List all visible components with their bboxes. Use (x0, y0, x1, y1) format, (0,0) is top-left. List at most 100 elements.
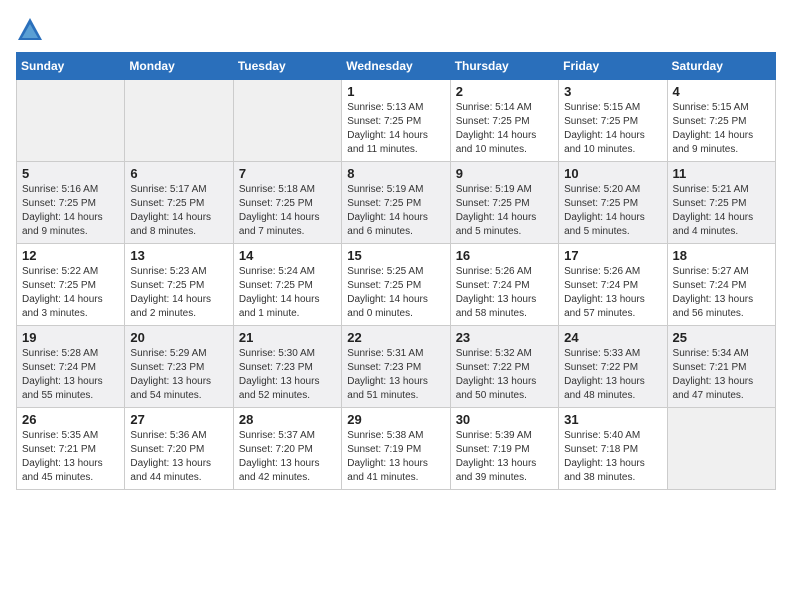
day-number: 12 (22, 248, 119, 263)
day-number: 5 (22, 166, 119, 181)
calendar-cell: 15 Sunrise: 5:25 AM Sunset: 7:25 PM Dayli… (342, 244, 450, 326)
calendar-cell: 31 Sunrise: 5:40 AM Sunset: 7:18 PM Dayli… (559, 408, 667, 490)
day-number: 19 (22, 330, 119, 345)
calendar-cell: 13 Sunrise: 5:23 AM Sunset: 7:25 PM Dayli… (125, 244, 233, 326)
day-number: 27 (130, 412, 227, 427)
calendar-week-row: 5Sunrise: 5:16 AM Sunset: 7:25 PM Daylig… (17, 162, 776, 244)
day-number: 20 (130, 330, 227, 345)
day-number: 10 (564, 166, 661, 181)
calendar-cell: 14 Sunrise: 5:24 AM Sunset: 7:25 PM Dayli… (233, 244, 341, 326)
day-info: Sunrise: 5:38 AM Sunset: 7:19 PM Dayligh… (347, 429, 444, 485)
day-info: Sunrise: 5:18 AM Sunset: 7:25 PM Dayligh… (239, 183, 336, 239)
calendar-body: 1 Sunrise: 5:13 AM Sunset: 7:25 PM Daylig… (17, 80, 776, 490)
day-number: 30 (456, 412, 553, 427)
day-number: 31 (564, 412, 661, 427)
day-info: Sunrise: 5:39 AM Sunset: 7:19 PM Dayligh… (456, 429, 553, 485)
day-number: 1 (347, 84, 444, 99)
day-info: Sunrise: 5:30 AM Sunset: 7:23 PM Dayligh… (239, 347, 336, 403)
day-number: 6 (130, 166, 227, 181)
day-info: Sunrise: 5:32 AM Sunset: 7:22 PM Dayligh… (456, 347, 553, 403)
day-number: 3 (564, 84, 661, 99)
day-info: Sunrise: 5:19 AM Sunset: 7:25 PM Dayligh… (456, 183, 553, 239)
calendar-cell: 11 Sunrise: 5:21 AM Sunset: 7:25 PM Dayli… (667, 162, 775, 244)
calendar-cell: 29 Sunrise: 5:38 AM Sunset: 7:19 PM Dayli… (342, 408, 450, 490)
day-number: 21 (239, 330, 336, 345)
weekday-header: Friday (559, 53, 667, 80)
calendar-cell: 6 Sunrise: 5:17 AM Sunset: 7:25 PM Daylig… (125, 162, 233, 244)
calendar-cell: 12 Sunrise: 5:22 AM Sunset: 7:25 PM Dayli… (17, 244, 125, 326)
day-info: Sunrise: 5:21 AM Sunset: 7:25 PM Dayligh… (673, 183, 770, 239)
day-info: Sunrise: 5:14 AM Sunset: 7:25 PM Dayligh… (456, 101, 553, 157)
day-info: Sunrise: 5:36 AM Sunset: 7:20 PM Dayligh… (130, 429, 227, 485)
calendar-cell: 28 Sunrise: 5:37 AM Sunset: 7:20 PM Dayli… (233, 408, 341, 490)
day-info: Sunrise: 5:15 AM Sunset: 7:25 PM Dayligh… (673, 101, 770, 157)
weekday-row: SundayMondayTuesdayWednesdayThursdayFrid… (17, 53, 776, 80)
day-info: Sunrise: 5:23 AM Sunset: 7:25 PM Dayligh… (130, 265, 227, 321)
day-number: 26 (22, 412, 119, 427)
calendar-cell: 25 Sunrise: 5:34 AM Sunset: 7:21 PM Dayli… (667, 326, 775, 408)
weekday-header: Thursday (450, 53, 558, 80)
day-number: 16 (456, 248, 553, 263)
calendar-cell: 16Sunrise: 5:26 AM Sunset: 7:24 PM Dayli… (450, 244, 558, 326)
day-info: Sunrise: 5:31 AM Sunset: 7:23 PM Dayligh… (347, 347, 444, 403)
calendar-cell: 17Sunrise: 5:26 AM Sunset: 7:24 PM Dayli… (559, 244, 667, 326)
calendar-cell: 27 Sunrise: 5:36 AM Sunset: 7:20 PM Dayli… (125, 408, 233, 490)
day-number: 18 (673, 248, 770, 263)
day-info: Sunrise: 5:15 AM Sunset: 7:25 PM Dayligh… (564, 101, 661, 157)
weekday-header: Monday (125, 53, 233, 80)
calendar-cell: 1 Sunrise: 5:13 AM Sunset: 7:25 PM Daylig… (342, 80, 450, 162)
day-info: Sunrise: 5:34 AM Sunset: 7:21 PM Dayligh… (673, 347, 770, 403)
day-number: 28 (239, 412, 336, 427)
calendar-cell: 4 Sunrise: 5:15 AM Sunset: 7:25 PM Daylig… (667, 80, 775, 162)
day-number: 23 (456, 330, 553, 345)
weekday-header: Sunday (17, 53, 125, 80)
calendar-week-row: 12 Sunrise: 5:22 AM Sunset: 7:25 PM Dayli… (17, 244, 776, 326)
calendar-cell: 5Sunrise: 5:16 AM Sunset: 7:25 PM Daylig… (17, 162, 125, 244)
day-number: 4 (673, 84, 770, 99)
calendar-cell: 10 Sunrise: 5:20 AM Sunset: 7:25 PM Dayli… (559, 162, 667, 244)
calendar-cell: 7 Sunrise: 5:18 AM Sunset: 7:25 PM Daylig… (233, 162, 341, 244)
calendar-week-row: 26 Sunrise: 5:35 AM Sunset: 7:21 PM Dayli… (17, 408, 776, 490)
day-info: Sunrise: 5:13 AM Sunset: 7:25 PM Dayligh… (347, 101, 444, 157)
day-info: Sunrise: 5:40 AM Sunset: 7:18 PM Dayligh… (564, 429, 661, 485)
day-number: 15 (347, 248, 444, 263)
day-number: 2 (456, 84, 553, 99)
day-number: 11 (673, 166, 770, 181)
day-number: 24 (564, 330, 661, 345)
calendar-cell: 9 Sunrise: 5:19 AM Sunset: 7:25 PM Daylig… (450, 162, 558, 244)
weekday-header: Tuesday (233, 53, 341, 80)
calendar-week-row: 1 Sunrise: 5:13 AM Sunset: 7:25 PM Daylig… (17, 80, 776, 162)
day-info: Sunrise: 5:35 AM Sunset: 7:21 PM Dayligh… (22, 429, 119, 485)
day-info: Sunrise: 5:29 AM Sunset: 7:23 PM Dayligh… (130, 347, 227, 403)
day-number: 25 (673, 330, 770, 345)
calendar-cell: 23 Sunrise: 5:32 AM Sunset: 7:22 PM Dayli… (450, 326, 558, 408)
day-number: 29 (347, 412, 444, 427)
calendar-table: SundayMondayTuesdayWednesdayThursdayFrid… (16, 52, 776, 490)
day-number: 9 (456, 166, 553, 181)
day-info: Sunrise: 5:25 AM Sunset: 7:25 PM Dayligh… (347, 265, 444, 321)
day-info: Sunrise: 5:24 AM Sunset: 7:25 PM Dayligh… (239, 265, 336, 321)
calendar-cell: 22 Sunrise: 5:31 AM Sunset: 7:23 PM Dayli… (342, 326, 450, 408)
calendar-cell: 19Sunrise: 5:28 AM Sunset: 7:24 PM Dayli… (17, 326, 125, 408)
weekday-header: Saturday (667, 53, 775, 80)
day-info: Sunrise: 5:22 AM Sunset: 7:25 PM Dayligh… (22, 265, 119, 321)
page-header (16, 16, 776, 44)
calendar-week-row: 19Sunrise: 5:28 AM Sunset: 7:24 PM Dayli… (17, 326, 776, 408)
day-info: Sunrise: 5:17 AM Sunset: 7:25 PM Dayligh… (130, 183, 227, 239)
calendar-cell (125, 80, 233, 162)
calendar-cell: 26 Sunrise: 5:35 AM Sunset: 7:21 PM Dayli… (17, 408, 125, 490)
day-number: 7 (239, 166, 336, 181)
day-number: 14 (239, 248, 336, 263)
day-info: Sunrise: 5:37 AM Sunset: 7:20 PM Dayligh… (239, 429, 336, 485)
calendar-cell: 24 Sunrise: 5:33 AM Sunset: 7:22 PM Dayli… (559, 326, 667, 408)
day-info: Sunrise: 5:33 AM Sunset: 7:22 PM Dayligh… (564, 347, 661, 403)
logo (16, 16, 48, 44)
day-number: 13 (130, 248, 227, 263)
calendar-cell (667, 408, 775, 490)
day-info: Sunrise: 5:19 AM Sunset: 7:25 PM Dayligh… (347, 183, 444, 239)
weekday-header: Wednesday (342, 53, 450, 80)
day-info: Sunrise: 5:26 AM Sunset: 7:24 PM Dayligh… (564, 265, 661, 321)
day-info: Sunrise: 5:20 AM Sunset: 7:25 PM Dayligh… (564, 183, 661, 239)
day-number: 22 (347, 330, 444, 345)
calendar-cell: 2 Sunrise: 5:14 AM Sunset: 7:25 PM Daylig… (450, 80, 558, 162)
